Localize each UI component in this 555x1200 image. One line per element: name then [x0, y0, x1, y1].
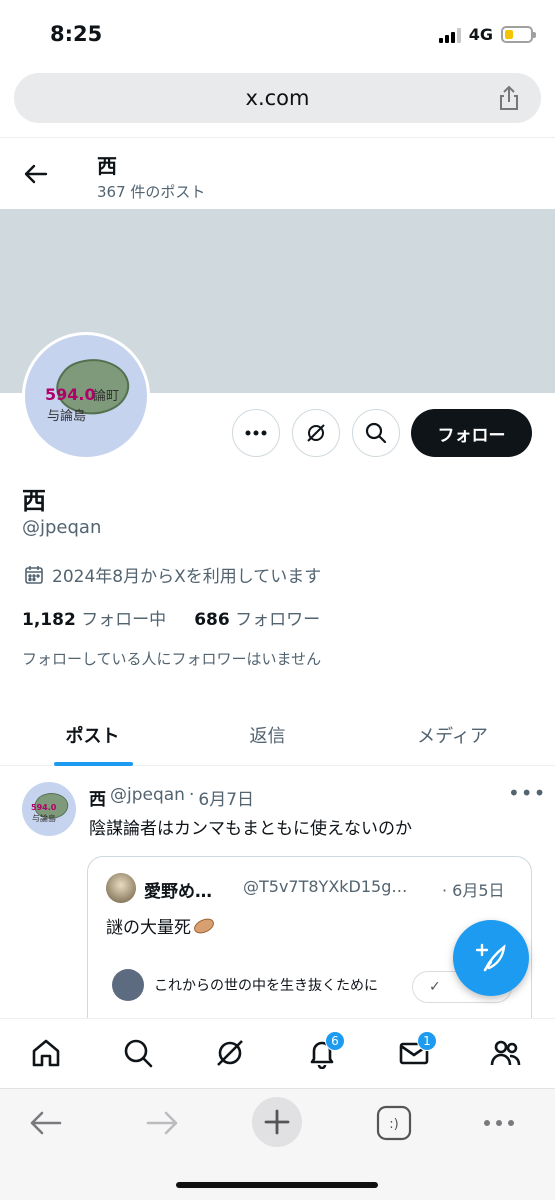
active-tab-indicator: [54, 762, 133, 766]
browser-back-icon[interactable]: [28, 1105, 64, 1141]
quote-text: 謎の大量死: [106, 918, 191, 938]
quote-author-handle: @T5v7T8YXkD15g…: [243, 877, 408, 896]
home-indicator: [176, 1182, 378, 1188]
tabs-icon[interactable]: :): [376, 1105, 412, 1141]
calendar-icon: [25, 565, 43, 584]
explore-search-icon[interactable]: [122, 1037, 154, 1069]
svg-text::): :): [389, 1117, 398, 1132]
messages-badge: 1: [417, 1031, 437, 1051]
profile-avatar[interactable]: 594.0 論町 与論島: [22, 332, 150, 460]
tweet-more-button[interactable]: •••: [508, 781, 546, 805]
divider: [0, 137, 555, 138]
notifications-badge: 6: [325, 1031, 345, 1051]
followers-link[interactable]: 686 フォロワー: [194, 605, 320, 630]
tweet-header: 西 @jpeqan · 6月7日: [89, 785, 254, 810]
tweet-separator: ·: [188, 785, 195, 805]
avatar-island: 与論島: [47, 409, 87, 424]
more-options-button[interactable]: [232, 409, 280, 457]
tab-posts[interactable]: ポスト: [0, 704, 185, 766]
communities-icon[interactable]: [490, 1037, 522, 1069]
avatar-number: 594.0: [45, 385, 96, 404]
status-time: 8:25: [50, 22, 103, 46]
search-profile-button[interactable]: [352, 409, 400, 457]
profile-name: 西: [22, 487, 46, 515]
bottom-navigation: 6 1: [0, 1018, 555, 1088]
signal-icon: [438, 27, 461, 43]
following-label: フォロー中: [81, 610, 167, 630]
tweet-avatar[interactable]: 594.0 与論島: [22, 782, 76, 836]
browser-menu-dots-icon[interactable]: [481, 1105, 517, 1141]
tweet-date[interactable]: 6月7日: [198, 785, 254, 810]
following-link[interactable]: 1,182 フォロー中: [22, 605, 166, 630]
url-text: x.com: [245, 86, 310, 110]
address-bar[interactable]: x.com: [14, 73, 541, 123]
grok-button[interactable]: [292, 409, 340, 457]
tweet-avatar-island: 与論島: [32, 814, 56, 823]
joined-text: 2024年8月からXを利用しています: [52, 567, 322, 587]
home-icon[interactable]: [30, 1037, 62, 1069]
quote-avatar: [106, 873, 136, 903]
share-icon[interactable]: [495, 84, 523, 112]
header-post-count: 367 件のポスト: [97, 183, 206, 201]
more-dots-icon: [245, 430, 267, 436]
tweet-author-handle[interactable]: @jpeqan: [110, 785, 185, 810]
quote-text-row: 謎の大量死: [106, 913, 215, 938]
quote-embedded-card: これからの世の中を生き抜くために: [112, 969, 378, 1001]
joined-date: 2024年8月からXを利用しています: [24, 562, 321, 587]
tweet-author-name[interactable]: 西: [89, 785, 106, 810]
browser-toolbar: :): [0, 1088, 555, 1200]
compose-button[interactable]: [453, 920, 529, 996]
following-count: 1,182: [22, 610, 76, 630]
quote-date: · 6月5日: [442, 881, 505, 900]
quote-author-name: 愛野め…: [144, 882, 212, 902]
grok-icon: [307, 424, 325, 442]
header-name: 西: [97, 154, 117, 178]
profile-tabs: ポスト 返信 メディア: [0, 704, 555, 766]
follow-button[interactable]: フォロー: [411, 409, 532, 457]
battery-icon: [501, 26, 536, 43]
back-arrow-icon[interactable]: [22, 160, 50, 188]
tab-replies[interactable]: 返信: [175, 704, 360, 766]
tweet-text: 陰謀論者はカンマもまともに使えないのか: [89, 819, 412, 839]
followers-label: フォロワー: [235, 610, 321, 630]
search-icon: [365, 422, 387, 444]
new-tab-button[interactable]: [252, 1097, 302, 1147]
avatar-town: 論町: [93, 389, 120, 404]
plus-icon: [264, 1109, 290, 1135]
peanut-emoji-icon: [194, 918, 214, 934]
mutual-followers-note: フォローしている人にフォロワーはいません: [22, 650, 322, 668]
embedded-card-text: これからの世の中を生き抜くために: [154, 978, 378, 994]
network-type: 4G: [468, 25, 493, 44]
followers-count: 686: [194, 610, 230, 630]
tab-media[interactable]: メディア: [360, 704, 545, 766]
status-indicators: 4G: [438, 25, 536, 44]
compose-feather-icon: [475, 943, 506, 972]
follow-stats: 1,182 フォロー中 686 フォロワー: [22, 605, 320, 630]
profile-handle: @jpeqan: [22, 517, 102, 538]
grok-nav-icon[interactable]: [214, 1037, 246, 1069]
browser-forward-icon[interactable]: [144, 1105, 180, 1141]
embedded-card-avatar: [112, 969, 144, 1001]
tweet-avatar-number: 594.0: [31, 803, 57, 812]
